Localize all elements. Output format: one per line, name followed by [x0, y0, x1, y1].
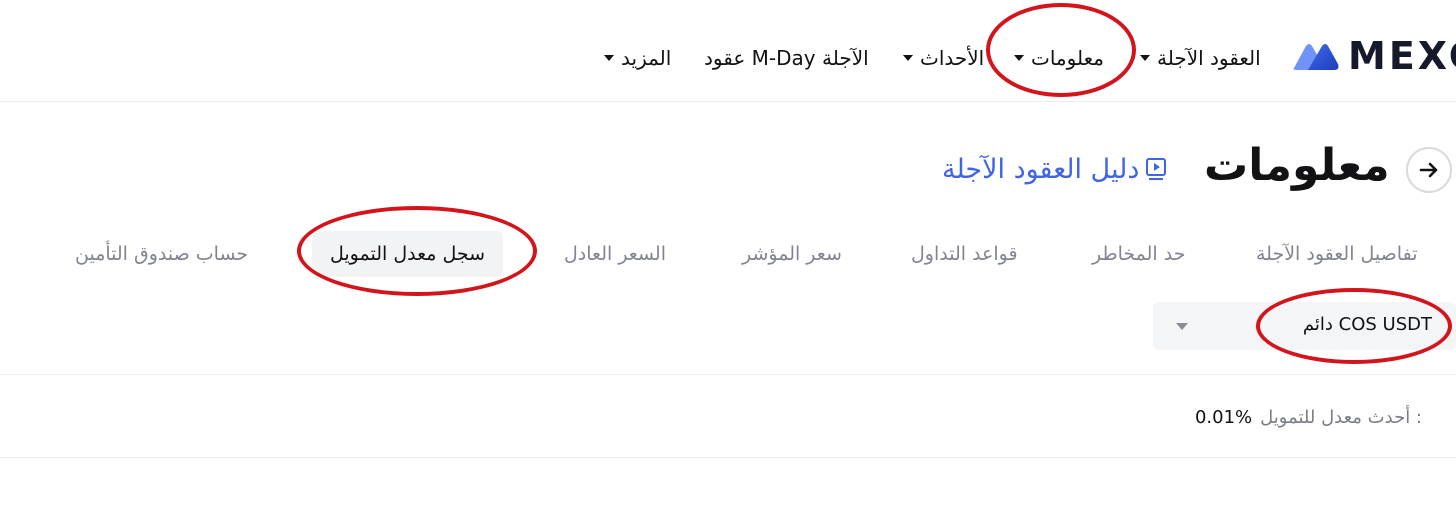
page-title: معلومات	[1204, 140, 1390, 191]
tab-fair-price[interactable]: السعر العادل	[564, 237, 666, 271]
tab-insurance-fund[interactable]: حساب صندوق التأمين	[75, 237, 248, 271]
tab-trading-rules[interactable]: قواعد التداول	[911, 237, 1018, 271]
chevron-down-icon	[1176, 323, 1188, 330]
caret-down-icon	[1140, 55, 1150, 61]
latest-funding-rate: أحدث معدل للتمويل : 0.01%	[1195, 407, 1422, 428]
video-guide-icon	[1146, 158, 1167, 180]
contract-select[interactable]: دائم COS USDT	[1153, 302, 1456, 350]
nav-events-label: الأحداث	[920, 46, 985, 70]
tab-risk-limit[interactable]: حد المخاطر	[1092, 237, 1185, 271]
futures-guide-label: دليل العقود الآجلة	[942, 153, 1140, 185]
nav-mday-label: عقود M-Day الآجلة	[704, 46, 869, 70]
brand-wordmark: MEXC	[1348, 34, 1456, 78]
nav-more[interactable]: المزيد	[604, 44, 671, 72]
nav-futures-label: العقود الآجلة	[1157, 46, 1261, 70]
caret-down-icon	[903, 55, 913, 61]
latest-funding-rate-label: أحدث معدل للتمويل :	[1260, 407, 1422, 428]
mexc-logo[interactable]: MEXC	[1292, 34, 1456, 78]
futures-guide-link[interactable]: دليل العقود الآجلة	[942, 151, 1167, 187]
futures-info-page: MEXC العقود الآجلة معلومات الأحداث عقود …	[0, 0, 1456, 513]
tab-funding-rate-history[interactable]: سجل معدل التمويل	[312, 231, 504, 277]
contract-select-value: دائم COS USDT	[1302, 314, 1432, 335]
nav-futures[interactable]: العقود الآجلة	[1140, 44, 1261, 72]
mexc-logo-icon	[1293, 44, 1339, 70]
nav-mday-futures[interactable]: عقود M-Day الآجلة	[704, 44, 869, 72]
latest-funding-rate-value: 0.01%	[1194, 407, 1253, 428]
nav-info-label: معلومات	[1031, 46, 1104, 70]
tab-futures-details[interactable]: تفاصيل العقود الآجلة	[1256, 237, 1417, 271]
arrow-right-icon	[1419, 162, 1438, 178]
nav-more-label: المزيد	[621, 46, 672, 70]
top-navbar: MEXC العقود الآجلة معلومات الأحداث عقود …	[0, 0, 1456, 102]
caret-down-icon	[604, 55, 614, 61]
tab-index-price[interactable]: سعر المؤشر	[742, 237, 842, 271]
latest-funding-rate-panel: أحدث معدل للتمويل : 0.01%	[0, 374, 1456, 458]
back-button[interactable]	[1406, 147, 1452, 193]
caret-down-icon	[1014, 55, 1024, 61]
nav-info[interactable]: معلومات	[1014, 44, 1104, 72]
nav-events[interactable]: الأحداث	[903, 44, 984, 72]
